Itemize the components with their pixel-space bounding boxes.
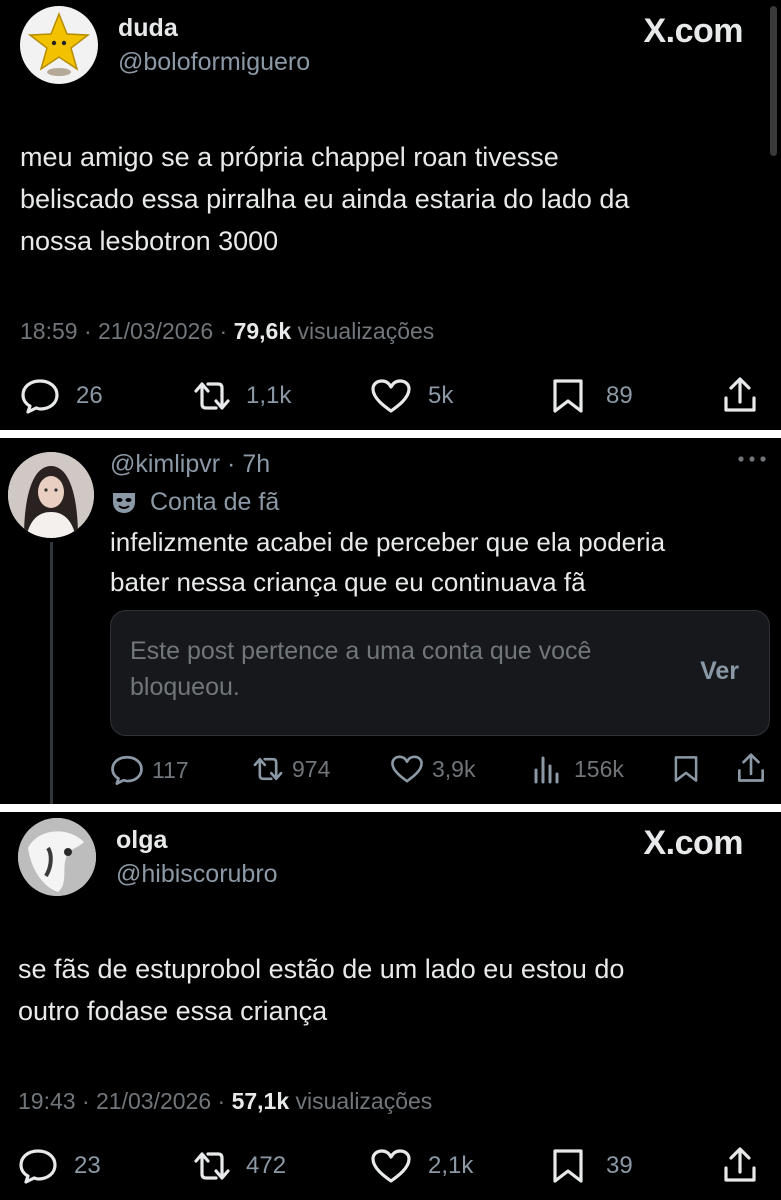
- thread-line: [50, 542, 53, 804]
- tweet-text: se fãs de estuprobol estão de um lado eu…: [18, 948, 763, 1032]
- like-button[interactable]: 3,9k: [390, 754, 475, 784]
- display-name[interactable]: duda: [118, 14, 178, 43]
- user-handle[interactable]: @boloformiguero: [118, 48, 310, 77]
- reply-icon: [111, 755, 143, 785]
- avatar[interactable]: [8, 452, 94, 538]
- bookmark-button[interactable]: 89: [550, 378, 633, 414]
- scrollbar[interactable]: [770, 6, 777, 156]
- person-avatar-icon: [8, 452, 94, 538]
- reply-text-line: bater nessa criança que eu continuava fã: [110, 567, 586, 597]
- tweet-panel-duda: duda @boloformiguero X.com meu amigo se …: [0, 0, 781, 430]
- like-count: 3,9k: [432, 755, 476, 782]
- heart-icon: [371, 1149, 411, 1183]
- photo-avatar-icon: [18, 818, 96, 896]
- view-count: 79,6k: [233, 318, 292, 344]
- repost-count: 1,1k: [246, 382, 292, 409]
- star-avatar-icon: [27, 11, 91, 76]
- site-logo: X.com: [643, 12, 743, 50]
- views-button[interactable]: 156k: [532, 754, 624, 784]
- bookmark-icon: [553, 379, 583, 413]
- tweet-panel-olga: olga @hibiscorubro X.com se fãs de estup…: [0, 812, 781, 1200]
- repost-count: 974: [292, 755, 331, 782]
- reply-count: 117: [152, 756, 189, 783]
- tweet-text-line: outro fodase essa criança: [18, 996, 328, 1026]
- view-count: 156k: [574, 755, 624, 782]
- avatar[interactable]: [18, 818, 96, 896]
- repost-button[interactable]: 974: [250, 754, 330, 784]
- fan-account-label: Conta de fã: [110, 488, 279, 517]
- blocked-notice: Este post pertence a uma conta que você …: [130, 637, 592, 701]
- post-age[interactable]: · 7h: [220, 450, 270, 478]
- reply-icon: [19, 1149, 57, 1184]
- mask-icon: [113, 492, 135, 513]
- view-blocked-button[interactable]: Ver: [700, 657, 739, 686]
- avatar[interactable]: [20, 6, 98, 84]
- share-icon: [724, 377, 756, 412]
- display-name[interactable]: olga: [116, 826, 167, 855]
- like-count: 2,1k: [428, 1152, 474, 1179]
- tweet-text-line: nossa lesbotron 3000: [20, 226, 279, 256]
- reply-header: @kimlipvr · 7h: [110, 450, 270, 479]
- reply-icon: [21, 379, 59, 414]
- reply-panel-kimlipvr: @kimlipvr · 7h Conta de fã infelizmente …: [0, 438, 781, 804]
- user-handle[interactable]: @hibiscorubro: [116, 860, 278, 889]
- share-icon: [738, 753, 764, 782]
- share-icon: [724, 1147, 756, 1182]
- reply-text-line: infelizmente acabei de perceber que ela …: [110, 527, 666, 557]
- reply-count: 26: [76, 382, 103, 409]
- heart-icon: [371, 379, 411, 413]
- tweet-text-line: se fãs de estuprobol estão de um lado eu…: [18, 954, 625, 984]
- bookmark-count: 89: [606, 382, 633, 409]
- repost-count: 472: [246, 1152, 287, 1179]
- tweet-meta: 18:59 · 21/03/2026 · 79,6k visualizações: [20, 318, 434, 345]
- fan-account-text: Conta de fã: [150, 488, 280, 516]
- reply-button[interactable]: 23: [18, 1148, 101, 1184]
- heart-icon: [391, 755, 423, 783]
- reply-button[interactable]: 117: [110, 754, 189, 786]
- more-button[interactable]: [737, 452, 767, 470]
- tweet-text: meu amigo se a própria chappel roan tive…: [20, 136, 765, 262]
- reply-button[interactable]: 26: [20, 378, 103, 414]
- tweet-text-line: beliscado essa pirralha eu ainda estaria…: [20, 184, 630, 214]
- site-logo: X.com: [643, 824, 743, 862]
- repost-button[interactable]: 472: [190, 1148, 286, 1184]
- tweet-text-line: meu amigo se a própria chappel roan tive…: [20, 142, 559, 172]
- reply-text: infelizmente acabei de perceber que ela …: [110, 522, 775, 602]
- reply-count: 23: [74, 1152, 101, 1179]
- bookmark-icon: [553, 1149, 583, 1183]
- like-count: 5k: [428, 382, 454, 409]
- more-icon: [738, 456, 766, 462]
- repost-button[interactable]: 1,1k: [190, 378, 291, 414]
- bookmark-button[interactable]: 39: [550, 1148, 633, 1184]
- share-button[interactable]: [722, 1146, 758, 1184]
- views-label: visualizações: [289, 1088, 433, 1114]
- share-button[interactable]: [722, 376, 758, 414]
- share-button[interactable]: [736, 752, 766, 784]
- like-button[interactable]: 2,1k: [370, 1148, 473, 1184]
- blocked-quote-card: Este post pertence a uma conta que você …: [110, 610, 770, 736]
- views-chart-icon: [534, 756, 559, 784]
- bookmark-count: 39: [606, 1152, 633, 1179]
- user-handle[interactable]: @kimlipvr: [110, 450, 220, 478]
- bookmark-icon: [674, 756, 698, 782]
- repost-icon: [194, 1152, 230, 1180]
- tweet-meta: 19:43 · 21/03/2026 · 57,1k visualizações: [18, 1088, 432, 1115]
- timestamp[interactable]: 19:43 · 21/03/2026 ·: [18, 1088, 232, 1114]
- view-count: 57,1k: [231, 1088, 290, 1114]
- like-button[interactable]: 5k: [370, 378, 453, 414]
- repost-icon: [194, 382, 230, 410]
- views-label: visualizações: [291, 318, 435, 344]
- repost-icon: [253, 757, 283, 781]
- timestamp[interactable]: 18:59 · 21/03/2026 ·: [20, 318, 234, 344]
- bookmark-button[interactable]: [672, 754, 700, 784]
